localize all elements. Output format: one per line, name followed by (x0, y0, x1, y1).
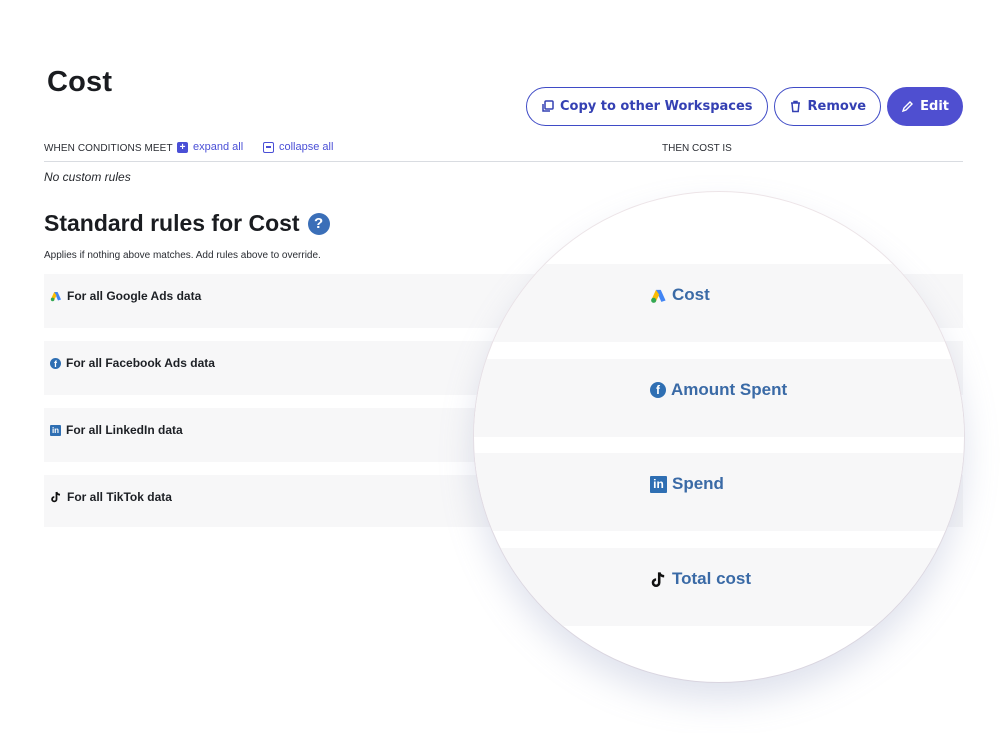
no-custom-rules-text: No custom rules (44, 170, 131, 184)
copy-button-label: Copy to other Workspaces (559, 99, 753, 114)
copy-icon (542, 100, 554, 112)
rule-text: For all LinkedIn data (66, 423, 183, 437)
minus-square-icon (263, 141, 274, 153)
when-conditions-label: WHEN CONDITIONS MEET (44, 143, 173, 154)
rule-text: For all TikTok data (67, 490, 172, 504)
rule-text: For all Facebook Ads data (66, 356, 215, 370)
collapse-all-label: collapse all (279, 141, 334, 153)
mag-row-google-ads: Cost (474, 264, 964, 342)
conditions-header: WHEN CONDITIONS MEET + expand all collap… (44, 140, 963, 162)
trash-icon (790, 100, 800, 113)
tiktok-icon (651, 571, 665, 587)
expand-all-label: expand all (193, 141, 244, 153)
tiktok-icon (51, 491, 61, 503)
value-text: Total cost (672, 569, 752, 588)
mag-row-linkedin: in Spend (474, 453, 964, 531)
rule-text: For all Google Ads data (67, 289, 202, 303)
linkedin-icon: in (650, 475, 667, 493)
page-title: Cost (47, 66, 113, 98)
action-bar: Copy to other Workspaces Remove Edit (525, 87, 963, 126)
copy-to-workspaces-button[interactable]: Copy to other Workspaces (525, 87, 768, 126)
value-linkedin: in Spend (650, 474, 724, 494)
edit-button[interactable]: Edit (887, 87, 963, 126)
rule-label-linkedin: in For all LinkedIn data (50, 423, 183, 437)
rule-label-tiktok: For all TikTok data (50, 490, 172, 504)
value-facebook-ads: f Amount Spent (650, 380, 787, 400)
remove-button[interactable]: Remove (773, 87, 882, 126)
plus-square-icon: + (177, 141, 188, 153)
help-icon[interactable]: ? (307, 212, 330, 235)
remove-button-label: Remove (807, 99, 867, 114)
standard-rules-title-text: Standard rules for Cost (44, 210, 300, 236)
linkedin-icon: in (50, 424, 61, 436)
rule-label-google-ads: For all Google Ads data (50, 289, 201, 303)
value-text: Cost (672, 285, 710, 304)
facebook-icon: f (50, 357, 61, 369)
value-text: Amount Spent (671, 380, 788, 399)
value-google-ads: Cost (650, 285, 710, 305)
rule-label-facebook-ads: f For all Facebook Ads data (50, 356, 215, 370)
expand-all-link[interactable]: + expand all (177, 141, 243, 153)
pencil-icon (902, 101, 914, 113)
mag-row-tiktok: Total cost (474, 548, 964, 626)
mag-row-facebook-ads: f Amount Spent (474, 359, 964, 437)
edit-button-label: Edit (920, 99, 949, 114)
facebook-icon: f (650, 382, 666, 398)
google-ads-icon (651, 289, 666, 303)
value-text: Spend (672, 474, 724, 493)
standard-rules-title: Standard rules for Cost ? (44, 210, 330, 237)
google-ads-icon (50, 292, 61, 302)
then-cost-label: THEN COST IS (662, 143, 732, 154)
value-tiktok: Total cost (650, 569, 751, 589)
collapse-all-link[interactable]: collapse all (263, 141, 333, 153)
magnifier-callout: Cost f Amount Spent in Spend Total cost (474, 192, 964, 682)
standard-rules-subtitle: Applies if nothing above matches. Add ru… (44, 250, 321, 261)
